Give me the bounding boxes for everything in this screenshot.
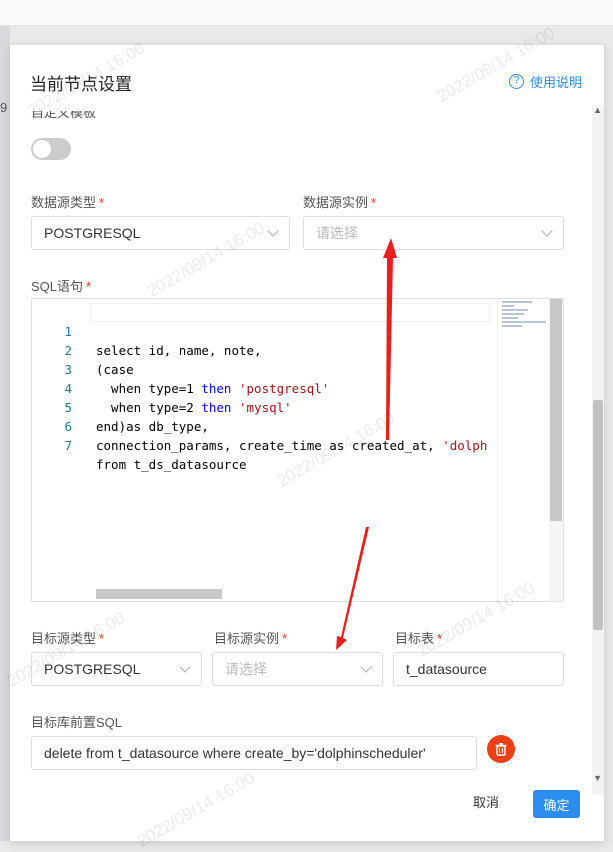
toggle-knob: [33, 140, 51, 158]
chevron-down-icon: [360, 661, 372, 673]
minimap-line: [502, 313, 524, 315]
minimap-line: [502, 321, 546, 323]
datasource-instance-label: 数据源实例 *: [303, 192, 376, 211]
trash-icon: [495, 743, 507, 756]
code-line: 4 when type=2 then 'mysql': [32, 360, 563, 415]
minimap-line: [502, 317, 518, 319]
chevron-down-icon: [179, 661, 191, 673]
target-instance-label: 目标源实例 *: [214, 628, 287, 647]
line-number: 7: [64, 438, 72, 453]
ok-button[interactable]: 确定: [533, 790, 580, 818]
minimap-line: [502, 305, 514, 307]
required-mark: *: [282, 631, 288, 646]
datasource-type-value: POSTGRESQL: [44, 225, 141, 241]
cancel-button[interactable]: 取消: [473, 789, 499, 817]
code-content: from t_ds_datasource: [96, 457, 247, 472]
sql-label-text: SQL语句: [31, 279, 84, 294]
editor-vertical-scrollbar[interactable]: [549, 299, 563, 601]
question-circle-icon: ?: [508, 74, 524, 89]
chevron-down-icon: [267, 225, 279, 237]
required-mark: *: [99, 195, 105, 210]
background-overlay: [0, 26, 10, 841]
editor-vertical-thumb[interactable]: [550, 299, 562, 521]
target-instance-select[interactable]: 请选择: [212, 652, 383, 686]
delete-button[interactable]: [487, 735, 515, 763]
target-instance-label-text: 目标源实例: [214, 631, 280, 646]
required-mark: *: [86, 279, 92, 294]
code-line: 7 from t_ds_datasource: [32, 417, 563, 472]
custom-template-toggle[interactable]: [31, 138, 71, 160]
code-line: 1 select id, name, note,: [32, 303, 563, 358]
target-table-input[interactable]: t_datasource: [393, 652, 564, 686]
background-edge-text: 9: [0, 100, 8, 115]
datasource-type-label: 数据源类型 *: [31, 192, 104, 211]
chevron-down-icon: [541, 225, 553, 237]
code-text: connection_params, create_time as create…: [96, 436, 487, 455]
code-content: connection_params, create_time as create…: [96, 438, 488, 453]
node-settings-dialog: 当前节点设置 ? 使用说明 自定义模板 数据源类型 * POSTGRESQL 数据…: [10, 45, 604, 841]
help-link[interactable]: ? 使用说明: [508, 72, 582, 91]
required-mark: *: [371, 195, 377, 210]
pre-sql-input[interactable]: delete from t_datasource where create_by…: [31, 736, 477, 770]
code-line: 6 connection_params, create_time as crea…: [32, 398, 563, 453]
datasource-instance-placeholder: 请选择: [316, 225, 358, 241]
editor-horizontal-thumb[interactable]: [96, 589, 222, 599]
code-line: 3 when type=1 then 'postgresql': [32, 341, 563, 396]
sql-label: SQL语句 *: [31, 276, 91, 295]
top-bar: [0, 0, 613, 26]
minimap-line: [502, 325, 522, 327]
code-text: from t_ds_datasource: [96, 455, 247, 474]
minimap-line: [502, 309, 528, 311]
scroll-up-icon[interactable]: ▲: [593, 105, 602, 115]
datasource-instance-label-text: 数据源实例: [303, 195, 369, 210]
dialog-scrollbar-thumb[interactable]: [593, 400, 603, 630]
minimap-line: [502, 301, 532, 303]
datasource-type-label-text: 数据源类型: [31, 195, 97, 210]
sql-editor[interactable]: 1 select id, name, note, 2 (case 3 when …: [31, 298, 564, 602]
datasource-instance-select[interactable]: 请选择: [303, 216, 564, 250]
code-line: 2 (case: [32, 322, 563, 377]
editor-lines: 1 select id, name, note, 2 (case 3 when …: [32, 303, 563, 472]
code-line: 5 end)as db_type,: [32, 379, 563, 434]
pre-sql-label: 目标库前置SQL: [31, 715, 123, 730]
target-instance-placeholder: 请选择: [225, 661, 267, 677]
help-label: 使用说明: [529, 75, 582, 90]
scroll-down-icon[interactable]: ▼: [593, 773, 602, 783]
editor-minimap[interactable]: [497, 299, 549, 601]
